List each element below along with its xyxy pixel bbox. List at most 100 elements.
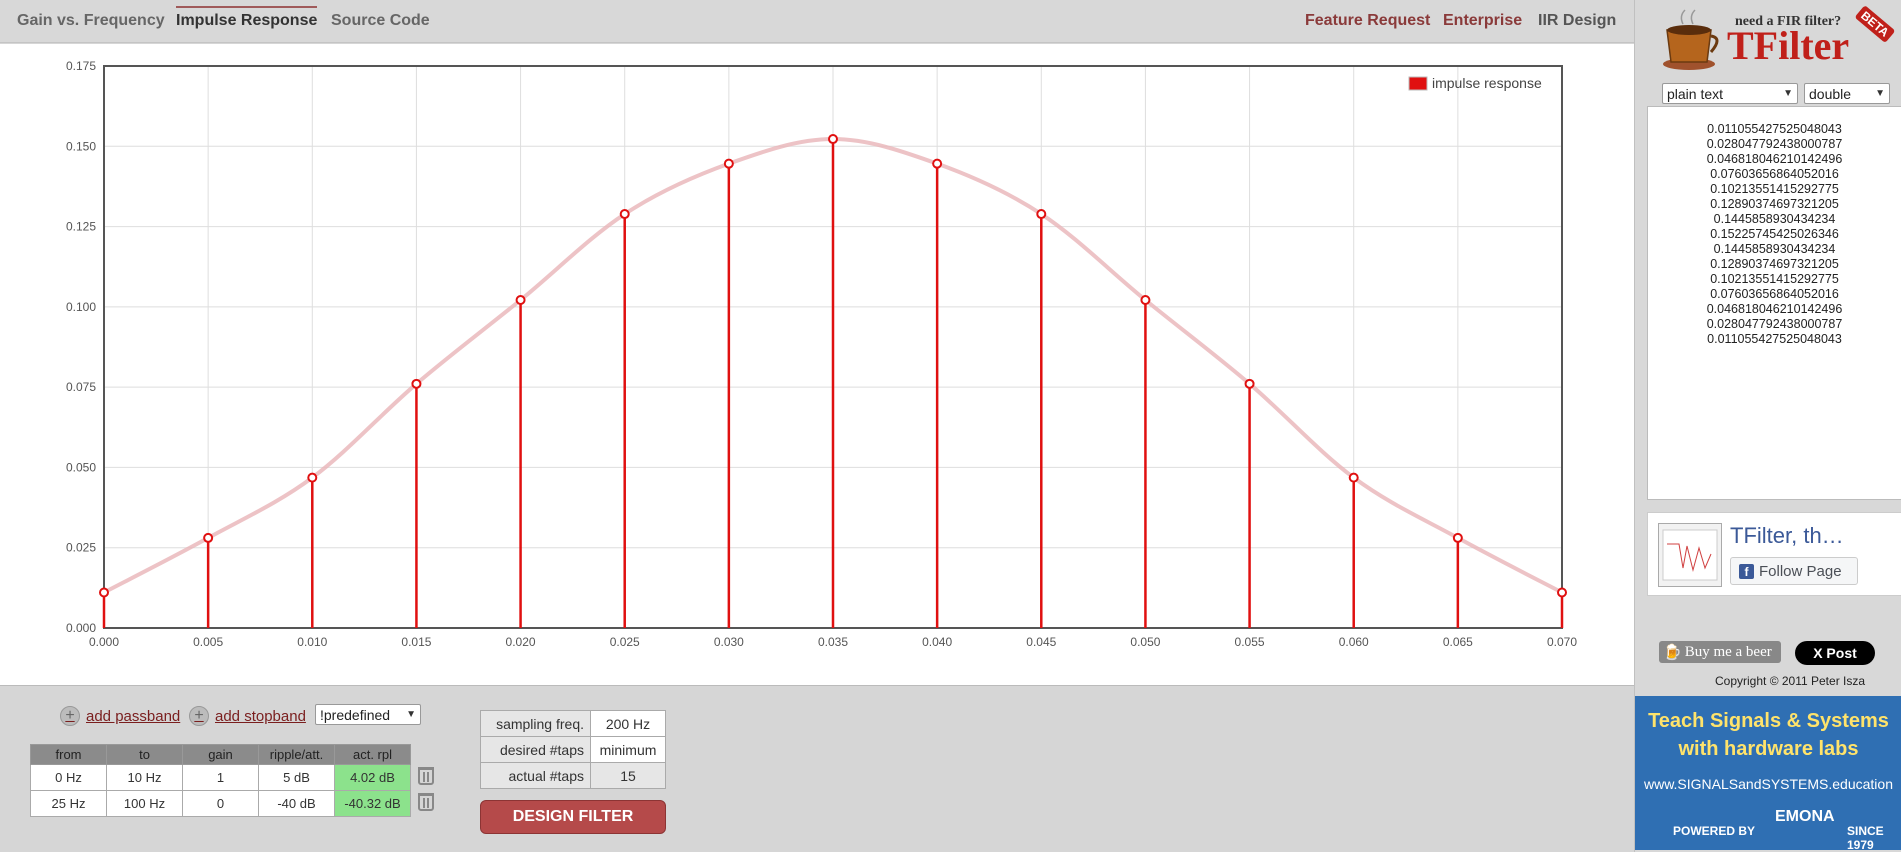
ad-since: SINCE 1979 [1847, 824, 1884, 852]
impulse-point [1036, 209, 1047, 220]
col-actual-ripple: act. rpl [334, 744, 411, 765]
impulse-point [1140, 294, 1151, 305]
follow-page-label: Follow Page [1759, 562, 1842, 580]
copyright-text: Copyright © 2011 Peter Isza [1715, 674, 1866, 688]
x-tick-label: 0.050 [1130, 635, 1160, 649]
follow-page-button[interactable]: f Follow Page [1730, 557, 1858, 585]
band-gain[interactable]: 0 [182, 790, 259, 817]
facebook-icon: f [1739, 563, 1754, 579]
x-tick-label: 0.005 [193, 635, 223, 649]
emona-logo: EMONA [1775, 808, 1835, 825]
x-tick-label: 0.060 [1339, 635, 1369, 649]
trash-icon [417, 793, 434, 811]
col-from: from [30, 744, 107, 765]
tab-impulse-response[interactable]: Impulse Response [176, 6, 318, 30]
band-actual-ripple: -40.32 dB [334, 790, 411, 817]
iir-design-link[interactable]: IIR Design [1538, 12, 1616, 30]
band-to[interactable]: 100 Hz [106, 790, 183, 817]
impulse-point [932, 158, 943, 169]
col-delete [410, 744, 441, 765]
facebook-widget: TFilter, th… f Follow Page [1647, 512, 1901, 596]
impulse-response-chart: 0.000 0.025 0.050 0.075 0.100 0.125 0.150 0.175… [0, 44, 1634, 686]
band-ripple[interactable]: -40 dB [258, 790, 335, 817]
desired-taps-input[interactable]: minimum [590, 736, 666, 763]
coefficient-value: 0.10213551415292775 [1710, 272, 1839, 286]
facebook-page-title[interactable]: TFilter, th… [1730, 523, 1844, 549]
band-to[interactable]: 10 Hz [106, 764, 183, 791]
bands-table: from to gain ripple/att. act. rpl 0 Hz 1… [30, 744, 441, 817]
impulse-point [411, 378, 422, 389]
y-tick-label: 0.125 [66, 220, 96, 234]
tfilter-logo: need a FIR filter? TFilter BETA [1659, 5, 1896, 72]
coefficient-value: 0.1445858930434234 [1713, 212, 1836, 226]
coefficients-output[interactable]: 0.011055427525048043 0.028047792438000787… [1647, 106, 1901, 500]
legend-swatch [1408, 76, 1428, 91]
delete-band-button[interactable] [410, 764, 441, 791]
chart-svg: 0.000 0.025 0.050 0.075 0.100 0.125 0.150 0.175… [66, 59, 1577, 649]
x-tick-label: 0.045 [1026, 635, 1056, 649]
x-tick-label: 0.025 [610, 635, 640, 649]
predefined-select-value: !predefined [320, 706, 391, 723]
coefficient-value: 0.046818046210142496 [1706, 302, 1843, 316]
col-to: to [106, 744, 183, 765]
trash-icon [417, 767, 434, 785]
col-gain: gain [182, 744, 259, 765]
x-tick-label: 0.035 [818, 635, 848, 649]
band-gain[interactable]: 1 [182, 764, 259, 791]
y-tick-label: 0.100 [66, 300, 96, 314]
coefficient-value: 0.12890374697321205 [1710, 257, 1839, 271]
x-post-label: X Post [1813, 645, 1857, 661]
x-tick-label: 0.000 [89, 635, 119, 649]
predefined-select[interactable]: !predefined ▼ [315, 704, 421, 725]
ad-line-2: with hardware labs [1678, 738, 1859, 760]
format-select[interactable]: plain text ▼ [1662, 83, 1798, 104]
add-stopband-link[interactable]: + add stopband [189, 706, 306, 726]
impulse-point [515, 294, 526, 305]
table-row: 25 Hz 100 Hz 0 -40 dB -40.32 dB [30, 790, 441, 817]
impulse-point [99, 587, 109, 598]
band-from[interactable]: 0 Hz [30, 764, 107, 791]
chart-series [99, 134, 1567, 628]
x-tick-label: 0.015 [401, 635, 431, 649]
chart-legend: impulse response [1408, 75, 1542, 91]
tab-gain-vs-frequency[interactable]: Gain vs. Frequency [17, 12, 165, 30]
delete-band-button[interactable] [410, 790, 441, 817]
right-panel: need a FIR filter? TFilter BETA plain te… [1634, 0, 1901, 852]
coefficient-value: 0.028047792438000787 [1706, 317, 1843, 331]
band-from[interactable]: 25 Hz [30, 790, 107, 817]
x-tick-label: 0.070 [1547, 635, 1577, 649]
col-ripple: ripple/att. [258, 744, 335, 765]
y-tick-label: 0.175 [66, 59, 96, 73]
advertisement-banner[interactable]: Teach Signals & Systems with hardware la… [1635, 696, 1901, 852]
sampling-freq-input[interactable]: 200 Hz [590, 710, 666, 737]
y-tick-label: 0.150 [66, 139, 96, 153]
top-nav: Gain vs. Frequency Impulse Response Sour… [0, 0, 1634, 43]
logo-title: TFilter [1727, 23, 1850, 68]
impulse-point [1348, 472, 1359, 483]
coefficient-value: 0.046818046210142496 [1706, 152, 1843, 166]
beer-icon: 🍺 [1663, 644, 1682, 661]
filter-params-table: sampling freq. 200 Hz desired #taps mini… [480, 710, 666, 789]
band-ripple[interactable]: 5 dB [258, 764, 335, 791]
type-select[interactable]: double ▼ [1804, 83, 1890, 104]
feature-request-link[interactable]: Feature Request [1305, 12, 1430, 30]
plus-icon: + [189, 706, 209, 726]
tab-source-code[interactable]: Source Code [331, 12, 430, 30]
band-actual-ripple: 4.02 dB [334, 764, 411, 791]
impulse-point [1557, 587, 1567, 598]
coefficient-value: 0.011055427525048043 [1707, 122, 1842, 136]
coefficient-value: 0.15225745425026346 [1710, 227, 1839, 241]
page-thumbnail[interactable] [1658, 523, 1722, 587]
y-tick-label: 0.000 [66, 621, 96, 635]
design-filter-button[interactable]: DESIGN FILTER [480, 800, 666, 834]
add-passband-link[interactable]: + add passband [60, 706, 180, 726]
y-tick-label: 0.075 [66, 380, 96, 394]
coefficient-value: 0.12890374697321205 [1710, 197, 1839, 211]
x-post-button[interactable]: X Post [1795, 641, 1875, 665]
legend-label: impulse response [1432, 75, 1542, 91]
table-row: 0 Hz 10 Hz 1 5 dB 4.02 dB [30, 764, 441, 791]
enterprise-link[interactable]: Enterprise [1443, 12, 1522, 30]
buy-me-a-beer-button[interactable]: 🍺 Buy me a beer [1659, 641, 1781, 663]
coefficient-value: 0.011055427525048043 [1707, 332, 1842, 346]
coefficient-value: 0.028047792438000787 [1706, 137, 1843, 151]
